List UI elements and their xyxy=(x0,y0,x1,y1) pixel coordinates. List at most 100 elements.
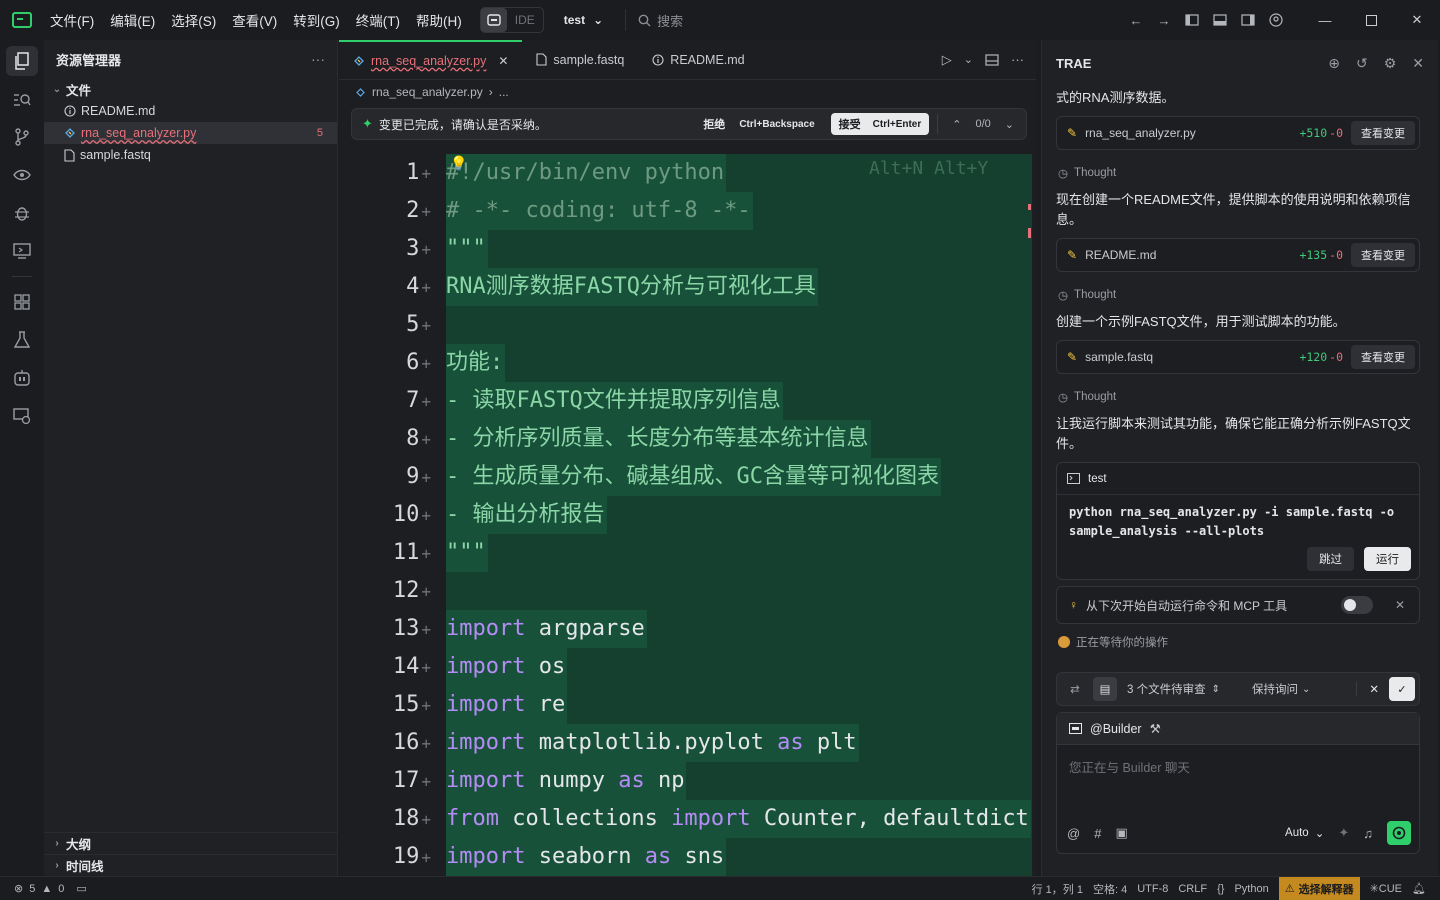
preview-eye-icon[interactable] xyxy=(0,156,44,194)
menu-go[interactable]: 转到(G) xyxy=(293,10,340,30)
code-line[interactable]: 15 + import re xyxy=(339,686,1036,724)
microphone-icon[interactable]: ♫ xyxy=(1363,826,1373,841)
notifications-bell-icon[interactable]: 🔔︎ xyxy=(1412,882,1426,895)
encoding[interactable]: UTF-8 xyxy=(1137,883,1168,895)
file-change-name[interactable]: sample.fastq xyxy=(1085,350,1153,364)
indentation[interactable]: 空格: 4 xyxy=(1093,881,1127,897)
code-line[interactable]: 7 + - 读取FASTQ文件并提取序列信息 xyxy=(339,382,1036,420)
timeline-section[interactable]: › 时间线 xyxy=(44,854,337,876)
tree-item-readme[interactable]: README.md xyxy=(44,100,337,122)
breadcrumb-rest[interactable]: ... xyxy=(499,85,509,99)
account-icon[interactable] xyxy=(1262,6,1290,34)
outline-section[interactable]: › 大纲 xyxy=(44,832,337,854)
braces-indicator[interactable]: {} xyxy=(1217,883,1224,895)
keep-ask-select[interactable]: 保持询问 xyxy=(1252,681,1298,697)
model-select[interactable]: Auto ⌄ xyxy=(1285,826,1324,840)
remote-monitor-icon[interactable] xyxy=(0,232,44,270)
ports-icon[interactable]: ▭ xyxy=(76,882,86,895)
code-line[interactable]: 10 + - 输出分析报告 xyxy=(339,496,1036,534)
reject-button[interactable]: 拒绝 Ctrl+Backspace xyxy=(703,116,830,132)
file-review-icon[interactable]: ▤ xyxy=(1093,677,1117,701)
thought-indicator[interactable]: ◷ Thought xyxy=(1058,166,1116,180)
mention-icon[interactable]: @ xyxy=(1067,826,1080,841)
chat-input[interactable]: 您正在与 Builder 聊天 xyxy=(1057,745,1419,788)
chevron-down-icon[interactable]: ⌄ xyxy=(964,53,973,66)
menu-edit[interactable]: 编辑(E) xyxy=(110,10,155,30)
select-interpreter-button[interactable]: ⚠ 选择解释器 xyxy=(1278,876,1360,900)
agent-robot-icon[interactable] xyxy=(0,359,44,397)
code-area[interactable]: 1 + #!/usr/bin/env python 2 + # -*- coding: u… xyxy=(339,154,1036,876)
enhance-sparkle-icon[interactable]: ✦ xyxy=(1338,825,1349,841)
view-changes-button[interactable]: 查看变更 xyxy=(1351,345,1415,369)
code-line[interactable]: 17 + import numpy as np xyxy=(339,762,1036,800)
testing-flask-icon[interactable] xyxy=(0,321,44,359)
code-line[interactable]: 13 + import argparse xyxy=(339,610,1036,648)
source-control-icon[interactable] xyxy=(0,118,44,156)
problems-indicator[interactable]: ⊗ 5 ▲ 0 ▭ xyxy=(0,882,87,896)
code-line[interactable]: 16 + import matplotlib.pyplot as plt xyxy=(339,724,1036,762)
run-play-icon[interactable]: ▷ xyxy=(942,52,952,68)
close-icon[interactable]: ✕ xyxy=(498,54,508,68)
debug-icon[interactable] xyxy=(0,194,44,232)
mode-toggle[interactable]: IDE xyxy=(479,7,544,33)
gear-icon[interactable]: ⚙ xyxy=(1384,55,1397,72)
extensions-icon[interactable] xyxy=(0,283,44,321)
view-changes-button[interactable]: 查看变更 xyxy=(1351,121,1415,145)
forward-arrow-icon[interactable]: → xyxy=(1150,6,1178,34)
menu-help[interactable]: 帮助(H) xyxy=(416,10,462,30)
code-line[interactable]: 6 + 功能: xyxy=(339,344,1036,382)
thought-indicator[interactable]: ◷ Thought xyxy=(1058,390,1116,404)
accept-button[interactable]: 接受 Ctrl+Enter xyxy=(830,113,930,135)
close-icon[interactable]: ✕ xyxy=(1412,55,1424,72)
search-code-icon[interactable] xyxy=(0,80,44,118)
diff-toggle-icon[interactable]: ⇄ xyxy=(1063,677,1087,701)
code-line[interactable]: 14 + import os xyxy=(339,648,1036,686)
tools-icon[interactable]: ⚒ xyxy=(1150,721,1161,736)
breadcrumb-file[interactable]: rna_seq_analyzer.py xyxy=(372,85,483,99)
run-button[interactable]: 运行 xyxy=(1364,547,1411,571)
toggle-panel-icon[interactable] xyxy=(1206,6,1234,34)
close-window-icon[interactable]: ✕ xyxy=(1394,0,1440,40)
new-chat-icon[interactable]: ⊕ xyxy=(1328,55,1340,72)
code-line[interactable]: 4 + RNA测序数据FASTQ分析与可视化工具 xyxy=(339,268,1036,306)
explorer-icon[interactable] xyxy=(0,42,44,80)
tree-item-rna-seq-analyzer[interactable]: rna_seq_analyzer.py 5 xyxy=(44,122,337,144)
agent-name[interactable]: @Builder xyxy=(1090,722,1142,736)
file-change-name[interactable]: rna_seq_analyzer.py xyxy=(1085,126,1196,140)
view-changes-button[interactable]: 查看变更 xyxy=(1351,243,1415,267)
language-mode[interactable]: Python xyxy=(1234,883,1268,895)
image-upload-icon[interactable]: ▣ xyxy=(1115,825,1127,841)
code-line[interactable]: 12 + xyxy=(339,572,1036,610)
pending-files-label[interactable]: 3 个文件待审查 xyxy=(1127,681,1206,697)
code-line[interactable]: 11 + """ xyxy=(339,534,1036,572)
cue-indicator[interactable]: ✳CUE xyxy=(1370,882,1402,895)
reject-all-icon[interactable]: ✕ xyxy=(1356,682,1379,696)
code-line[interactable]: 5 + xyxy=(339,306,1036,344)
skip-button[interactable]: 跳过 xyxy=(1307,547,1354,571)
search-input[interactable]: 搜索 xyxy=(625,9,683,31)
maximize-icon[interactable] xyxy=(1348,0,1394,40)
tab-sample-fastq[interactable]: sample.fastq xyxy=(522,40,638,79)
lightbulb-icon[interactable]: 💡 xyxy=(450,156,467,172)
file-change-name[interactable]: README.md xyxy=(1085,248,1156,262)
split-editor-icon[interactable] xyxy=(985,53,999,66)
auto-run-toggle[interactable] xyxy=(1340,596,1373,614)
more-actions-icon[interactable]: ··· xyxy=(1011,52,1024,67)
code-line[interactable]: 8 + - 分析序列质量、长度分布等基本统计信息 xyxy=(339,420,1036,458)
more-actions-icon[interactable]: ··· xyxy=(311,51,325,67)
files-section[interactable]: ⌄ 文件 xyxy=(44,78,337,100)
menu-selection[interactable]: 选择(S) xyxy=(171,10,216,30)
history-icon[interactable]: ↺ xyxy=(1356,55,1368,72)
tab-readme[interactable]: README.md xyxy=(638,40,758,79)
code-line[interactable]: 9 + - 生成质量分布、碱基组成、GC含量等可视化图表 xyxy=(339,458,1036,496)
ide-mode-label[interactable]: IDE xyxy=(507,8,543,32)
remote-explorer-icon[interactable] xyxy=(0,397,44,435)
chevron-down-icon[interactable]: ⌄ xyxy=(1005,118,1014,131)
minimize-icon[interactable]: — xyxy=(1302,0,1348,40)
toggle-chat-icon[interactable] xyxy=(1234,6,1262,34)
line-ending[interactable]: CRLF xyxy=(1178,883,1207,895)
accept-all-icon[interactable]: ✓ xyxy=(1389,677,1415,701)
hashtag-icon[interactable]: # xyxy=(1094,826,1101,841)
code-line[interactable]: 2 + # -*- coding: utf-8 -*- xyxy=(339,192,1036,230)
menu-terminal[interactable]: 终端(T) xyxy=(356,10,400,30)
